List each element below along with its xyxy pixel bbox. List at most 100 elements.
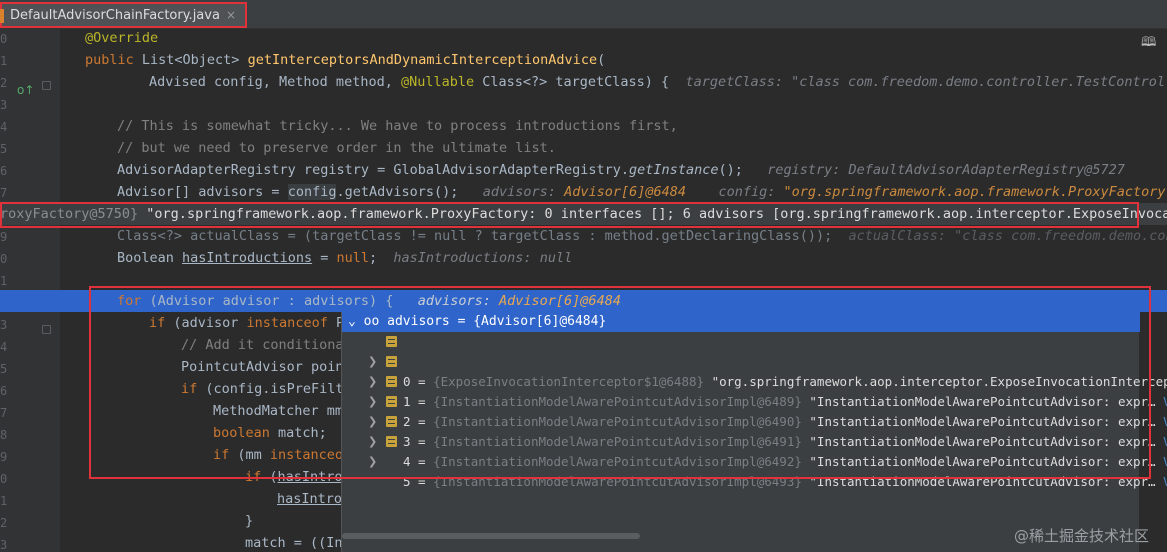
code-text: (mm — [237, 447, 270, 463]
code-line: } — [245, 510, 253, 532]
code-line: // This is somewhat tricky... We have to… — [117, 115, 678, 137]
line-number: 7 — [0, 406, 8, 420]
code-text: PointcutAdvisor poin — [181, 359, 344, 375]
code-line: Advisor[] advisors = config.getAdvisors(… — [117, 181, 1167, 203]
keyword: if — [213, 447, 238, 463]
row-equals: = — [410, 454, 434, 469]
code-text: match; — [269, 425, 327, 441]
keyword: for — [117, 293, 150, 309]
field-icon — [386, 396, 397, 407]
comment: // This is somewhat tricky... We have to… — [117, 118, 678, 134]
code-text: Advised config, Method method, — [149, 74, 401, 90]
row-class: {InstantiationModelAwarePointcutAdvisorI… — [433, 454, 802, 469]
debug-popup-header[interactable]: ⌄ oo advisors = {Advisor[6]@6484} — [342, 312, 1140, 332]
tooltip-object-id: roxyFactory@5750} — [0, 206, 139, 222]
code-text: (config.isPreFilt — [205, 381, 344, 397]
code-text: ( — [597, 52, 606, 68]
inline-debug-hint: advisors: — [417, 293, 500, 309]
override-gutter-icon[interactable]: o↑ — [17, 83, 34, 97]
code-text: hasIntro — [277, 469, 343, 485]
line-number: 1 — [0, 54, 8, 68]
line-number: 4 — [0, 340, 8, 354]
tab-label: DefaultAdvisorChainFactory.java — [10, 7, 220, 23]
debug-tree-row[interactable]: ❯ 2 = {InstantiationModelAwarePointcutAd… — [342, 372, 1167, 429]
line-number: 3 — [0, 98, 8, 112]
line-number: 4 — [0, 120, 8, 134]
line-number: 9 — [0, 450, 8, 464]
field-icon — [386, 416, 397, 427]
tooltip-value: "org.springframework.aop.framework.Proxy… — [146, 206, 1167, 222]
code-line: PointcutAdvisor poin — [181, 356, 344, 378]
method-name: getInterceptorsAndDynamicInterceptionAdv… — [247, 52, 598, 68]
code-text: Class<?> targetClass) { — [474, 74, 670, 90]
row-index: 5 — [403, 474, 411, 489]
book-icon[interactable]: 🕮 — [1141, 33, 1157, 50]
code-line: hasIntro — [277, 488, 342, 510]
line-number: 8 — [0, 428, 8, 442]
keyword: null — [336, 250, 369, 266]
field-icon — [386, 436, 397, 447]
debug-tree-row[interactable]: ❯ 4 = {InstantiationModelAwarePointcutAd… — [342, 412, 1167, 469]
code-text: .getAdvisors(); — [336, 184, 459, 200]
java-file-icon — [0, 9, 4, 23]
line-number: 5 — [0, 142, 8, 156]
field-icon — [386, 336, 397, 347]
line-number: 1 — [0, 494, 8, 508]
view-link[interactable]: View — [1156, 394, 1167, 409]
tab-default-advisor-chain-factory[interactable]: DefaultAdvisorChainFactory.java × — [0, 2, 247, 28]
code-text: } — [245, 513, 254, 529]
chevron-right-icon[interactable]: ❯ — [368, 452, 377, 472]
debug-variables-popup[interactable]: ⌄ oo advisors = {Advisor[6]@6484} ❯ 0 = … — [341, 312, 1167, 552]
debug-tree-row[interactable]: ❯ 1 = {InstantiationModelAwarePointcutAd… — [342, 352, 1167, 409]
view-link[interactable]: View — [1156, 434, 1167, 449]
line-number: 0 — [0, 32, 8, 46]
debug-tree-row[interactable]: ❯ 3 = {InstantiationModelAwarePointcutAd… — [342, 392, 1167, 449]
code-text: match = ((In — [245, 535, 343, 551]
code-text: AdvisorAdapterRegistry registry = Global… — [117, 162, 630, 178]
inline-debug-value: Advisor[6]@6484 — [499, 293, 621, 309]
line-number: 3 — [0, 538, 8, 552]
code-line: MethodMatcher mm — [213, 400, 343, 422]
code-text: MethodMatcher mm — [213, 403, 344, 419]
view-link[interactable]: View — [1156, 454, 1167, 469]
debug-tree-row[interactable]: ❯ 0 = {ExposeInvocationInterceptor$1@648… — [342, 332, 1167, 389]
line-number: 1 — [0, 274, 8, 288]
code-line-current: for (Advisor advisor : advisors) { advis… — [117, 290, 621, 312]
chevron-down-icon[interactable]: ⌄ — [348, 314, 356, 329]
code-line: Boolean hasIntroductions = null; hasIntr… — [117, 247, 572, 269]
debug-tree-row[interactable]: ❯ 5 = {InstantiationModelAwarePointcutAd… — [342, 432, 1167, 489]
keyword: if — [181, 381, 206, 397]
inline-debug-hint: registry: DefaultAdvisorAdapterRegistry@… — [767, 162, 1125, 178]
code-text: = — [312, 250, 337, 266]
view-link[interactable]: View — [1156, 474, 1167, 489]
comment: // Add it conditiona — [181, 337, 344, 353]
variable-value-tooltip[interactable]: roxyFactory@5750} "org.springframework.a… — [0, 203, 1167, 225]
inline-debug-value: Advisor[6]@6484 — [564, 184, 686, 200]
inline-debug-hint: actualClass: "class com.freedom.demo.con… — [848, 228, 1167, 244]
line-number: 0 — [0, 472, 8, 486]
code-line: if (hasIntro — [245, 466, 343, 488]
view-link[interactable]: View — [1156, 414, 1167, 429]
line-number: 6 — [0, 164, 8, 178]
code-text: ( — [269, 469, 278, 485]
line-number: 0 — [0, 252, 8, 266]
field-icon — [386, 356, 397, 367]
annotation: @Override — [85, 30, 159, 46]
code-line: if (advisor instanceof P — [149, 312, 344, 334]
code-text: List<Object> — [141, 52, 248, 68]
code-text: getInstance — [629, 162, 719, 178]
line-number: 2 — [0, 516, 8, 530]
code-line: // but we need to preserve order in the … — [117, 137, 556, 159]
line-number: 3 — [0, 318, 8, 332]
code-text: (); — [718, 162, 743, 178]
close-icon[interactable]: × — [226, 8, 236, 22]
code-text: Boolean — [117, 250, 183, 266]
inline-debug-hint: config: — [718, 184, 784, 200]
code-text: ; — [368, 250, 378, 266]
keyword: if — [245, 469, 270, 485]
code-line: AdvisorAdapterRegistry registry = Global… — [117, 159, 1125, 181]
horizontal-scrollbar[interactable] — [342, 533, 640, 539]
keyword: if — [149, 315, 174, 331]
fold-icon[interactable] — [42, 81, 51, 90]
fold-icon[interactable] — [42, 325, 51, 334]
